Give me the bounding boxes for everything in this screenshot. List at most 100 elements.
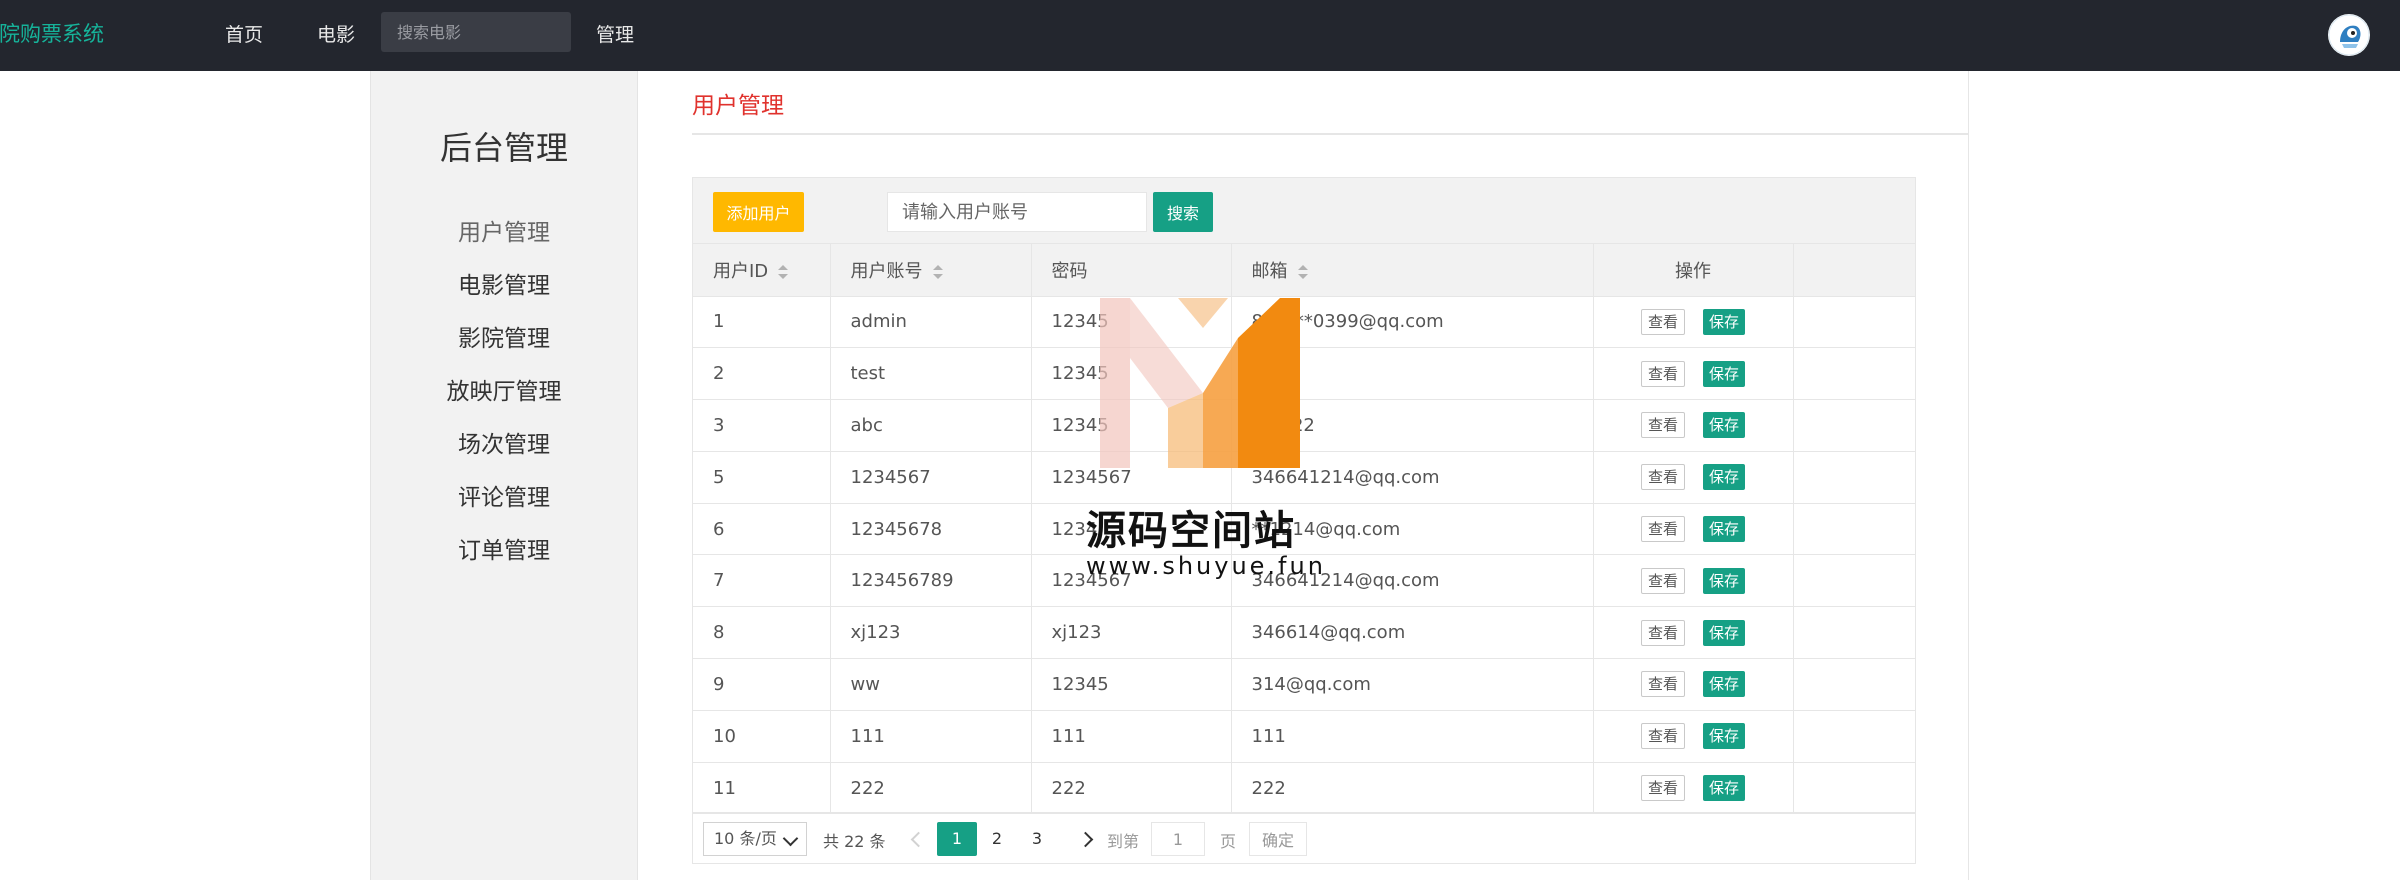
- cell-blank: [1793, 710, 1915, 763]
- page-number-3[interactable]: 3: [1017, 822, 1057, 856]
- cell-account: 1234567: [830, 451, 1032, 504]
- view-button[interactable]: 查看: [1640, 671, 1685, 698]
- cell-user-id: 8: [693, 606, 831, 660]
- cell-account: admin: [830, 296, 1032, 349]
- cell-actions: 查看 保存: [1593, 503, 1794, 556]
- nav-home-link[interactable]: 首页: [225, 20, 263, 47]
- sidebar-item-users[interactable]: 用户管理: [371, 213, 637, 247]
- search-button[interactable]: 搜索: [1153, 192, 1213, 232]
- view-button[interactable]: 查看: [1640, 775, 1685, 802]
- save-button[interactable]: 保存: [1703, 308, 1746, 335]
- sidebar-item-cinemas[interactable]: 影院管理: [371, 319, 637, 353]
- cell-user-id: 5: [693, 451, 831, 504]
- user-search-input[interactable]: [887, 192, 1147, 232]
- cell-actions: 查看 保存: [1593, 347, 1794, 401]
- save-button[interactable]: 保存: [1703, 775, 1746, 802]
- table-row: 5 1234567 1234567 346641214@qq.com 查看 保存: [693, 451, 1915, 504]
- header-user-id[interactable]: 用户ID: [693, 244, 831, 297]
- user-avatar[interactable]: [2328, 14, 2370, 56]
- cell-actions: 查看 保存: [1593, 554, 1794, 608]
- save-button[interactable]: 保存: [1703, 671, 1746, 698]
- chevron-down-icon: [782, 830, 799, 847]
- user-table-panel: 添加用户 搜索 用户ID 用户账号 密码 邮箱 操作 1admin1234582…: [692, 177, 1916, 864]
- cell-actions: 查看 保存: [1593, 606, 1794, 660]
- cell-user-id: 10: [693, 710, 831, 763]
- save-button[interactable]: 保存: [1703, 464, 1746, 491]
- brand-logo-text[interactable]: 影院购票系统: [0, 18, 104, 48]
- save-button[interactable]: 保存: [1703, 516, 1746, 543]
- cell-user-id: 11: [693, 762, 831, 815]
- table-row: 10 111 111 111 查看 保存: [693, 710, 1915, 763]
- cell-blank: [1793, 347, 1915, 401]
- sidebar-item-halls[interactable]: 放映厅管理: [371, 372, 637, 406]
- cell-account: 123456789: [830, 554, 1032, 608]
- cell-email: 111: [1231, 710, 1594, 763]
- save-button[interactable]: 保存: [1703, 619, 1746, 646]
- pagination: 10 条/页 共 22 条 1 2 3 到第 页 确定: [693, 812, 1915, 864]
- view-button[interactable]: 查看: [1640, 308, 1685, 335]
- sidebar-item-movies[interactable]: 电影管理: [371, 266, 637, 300]
- prev-page-icon[interactable]: [905, 828, 927, 850]
- sidebar-item-comments[interactable]: 评论管理: [371, 478, 637, 512]
- add-user-button[interactable]: 添加用户: [713, 192, 804, 232]
- cell-password: 222: [1031, 762, 1232, 815]
- page-size-select[interactable]: 10 条/页: [703, 822, 807, 856]
- save-button[interactable]: 保存: [1703, 412, 1746, 439]
- main-right-border: [1968, 71, 1969, 880]
- cell-email: 823***0399@qq.com: [1231, 296, 1594, 349]
- cell-account: 222: [830, 762, 1032, 815]
- cell-account: abc: [830, 399, 1032, 452]
- nav-movie-link[interactable]: 电影: [317, 20, 355, 47]
- save-button[interactable]: 保存: [1703, 723, 1746, 750]
- movie-search-input[interactable]: [381, 12, 571, 52]
- cell-actions: 查看 保存: [1593, 451, 1794, 504]
- table-header-row: 用户ID 用户账号 密码 邮箱 操作: [693, 244, 1915, 297]
- sort-icon[interactable]: [778, 264, 789, 279]
- cell-user-id: 9: [693, 658, 831, 711]
- cell-email: 222: [1231, 762, 1594, 815]
- sidebar-item-sessions[interactable]: 场次管理: [371, 425, 637, 459]
- table-row: 8 xj123 xj123 346614@qq.com 查看 保存: [693, 606, 1915, 660]
- table-toolbar: 添加用户 搜索: [693, 178, 1915, 244]
- cell-blank: [1793, 658, 1915, 711]
- cell-account: 111: [830, 710, 1032, 763]
- avatar-icon: [2328, 14, 2370, 56]
- view-button[interactable]: 查看: [1640, 412, 1685, 439]
- cell-password: 12345: [1031, 658, 1232, 711]
- admin-sidebar: 后台管理 用户管理 电影管理 影院管理 放映厅管理 场次管理 评论管理 订单管理: [370, 71, 638, 880]
- view-button[interactable]: 查看: [1640, 516, 1685, 543]
- nav-manage-link[interactable]: 管理: [596, 20, 634, 47]
- cell-blank: [1793, 451, 1915, 504]
- sort-icon[interactable]: [1297, 264, 1308, 279]
- cell-email: 346614@qq.com: [1231, 606, 1594, 660]
- goto-confirm-button[interactable]: 确定: [1249, 822, 1307, 856]
- view-button[interactable]: 查看: [1640, 567, 1685, 594]
- cell-blank: [1793, 296, 1915, 349]
- table-row: 9 ww 12345 314@qq.com 查看 保存: [693, 658, 1915, 711]
- goto-page-input[interactable]: [1151, 822, 1205, 856]
- header-account[interactable]: 用户账号: [830, 244, 1032, 297]
- view-button[interactable]: 查看: [1640, 360, 1685, 387]
- view-button[interactable]: 查看: [1640, 464, 1685, 491]
- view-button[interactable]: 查看: [1640, 619, 1685, 646]
- sidebar-item-orders[interactable]: 订单管理: [371, 531, 637, 565]
- page-number-1[interactable]: 1: [937, 822, 977, 856]
- cell-password: 12345: [1031, 347, 1232, 401]
- cell-actions: 查看 保存: [1593, 762, 1794, 815]
- cell-password: 12345: [1031, 296, 1232, 349]
- cell-blank: [1793, 554, 1915, 608]
- header-email[interactable]: 邮箱: [1231, 244, 1594, 297]
- cell-email: 22: [1231, 347, 1594, 401]
- save-button[interactable]: 保存: [1703, 360, 1746, 387]
- cell-actions: 查看 保存: [1593, 399, 1794, 452]
- page-number-2[interactable]: 2: [977, 822, 1017, 856]
- next-page-icon[interactable]: [1076, 828, 1098, 850]
- view-button[interactable]: 查看: [1640, 723, 1685, 750]
- watermark-url: www.shuyue.fun: [1086, 552, 1326, 580]
- table-row: 1 admin 12345 823***0399@qq.com 查看 保存: [693, 296, 1915, 349]
- page-title: 用户管理: [692, 93, 784, 119]
- sort-icon[interactable]: [932, 264, 943, 279]
- save-button[interactable]: 保存: [1703, 567, 1746, 594]
- header-password: 密码: [1031, 244, 1232, 297]
- cell-actions: 查看 保存: [1593, 658, 1794, 711]
